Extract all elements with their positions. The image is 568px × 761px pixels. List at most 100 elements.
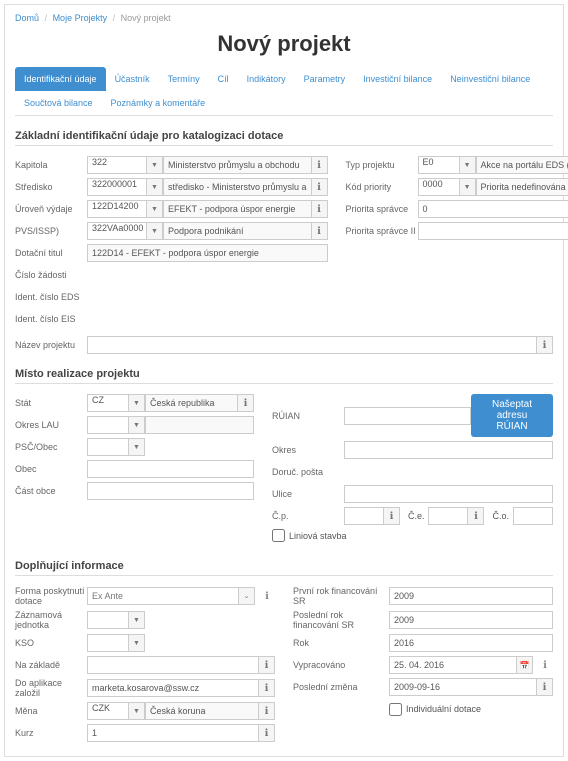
kso-dropdown[interactable]: ▼ xyxy=(129,634,145,652)
ulice-input[interactable] xyxy=(344,485,553,503)
ce-input[interactable] xyxy=(428,507,468,525)
info-icon[interactable]: ℹ xyxy=(259,588,275,604)
typ-code[interactable]: E0 xyxy=(418,156,460,174)
zaznamova-dropdown[interactable]: ▼ xyxy=(129,611,145,629)
stat-dropdown[interactable]: ▼ xyxy=(129,394,145,412)
typ-dropdown[interactable]: ▼ xyxy=(460,156,476,174)
kapitola-dropdown[interactable]: ▼ xyxy=(147,156,163,174)
individ-label: Individuální dotace xyxy=(406,704,481,714)
individ-checkbox[interactable] xyxy=(389,703,402,716)
label-vypracovano: Vypracováno xyxy=(293,660,389,670)
kod-dropdown[interactable]: ▼ xyxy=(460,178,476,196)
obec-input[interactable] xyxy=(87,460,254,478)
uroven-code[interactable]: 122D14200 xyxy=(87,200,147,218)
nazev-input[interactable] xyxy=(87,336,537,354)
label-rok: Rok xyxy=(293,638,389,648)
label-cast-obce: Část obce xyxy=(15,486,87,496)
cp-input[interactable] xyxy=(344,507,384,525)
rok-input[interactable] xyxy=(389,634,553,652)
info-icon[interactable]: ℹ xyxy=(259,724,275,742)
info-icon[interactable]: ℹ xyxy=(259,679,275,697)
okres-lau-dropdown[interactable]: ▼ xyxy=(129,416,145,434)
label-ident-eis: Ident. číslo EIS xyxy=(15,314,87,324)
p2-input[interactable] xyxy=(418,222,568,240)
tab-parametry[interactable]: Parametry xyxy=(295,67,355,91)
mena-dropdown[interactable]: ▼ xyxy=(129,702,145,720)
kapitola-code[interactable]: 322 xyxy=(87,156,147,174)
cast-obce-input[interactable] xyxy=(87,482,254,500)
tabs: Identifikační údaje Účastník Termíny Cíl… xyxy=(15,67,553,116)
label-cp: Č.p. xyxy=(272,511,344,521)
info-icon[interactable]: ℹ xyxy=(384,507,400,525)
psc-dropdown[interactable]: ▼ xyxy=(129,438,145,456)
stat-code[interactable]: CZ xyxy=(87,394,129,412)
crumb-home[interactable]: Domů xyxy=(15,13,39,23)
tab-inv-bilance[interactable]: Investiční bilance xyxy=(354,67,441,91)
label-cisloz: Číslo žádosti xyxy=(15,270,87,280)
tab-poznamky[interactable]: Poznámky a komentáře xyxy=(102,91,215,115)
label-prvni: První rok financování SR xyxy=(293,586,389,606)
pvs-code[interactable]: 322VAa0000 xyxy=(87,222,147,240)
info-icon[interactable]: ℹ xyxy=(312,200,328,218)
mena-code[interactable]: CZK xyxy=(87,702,129,720)
nazaklade-input[interactable] xyxy=(87,656,259,674)
tab-indikatory[interactable]: Indikátory xyxy=(238,67,295,91)
label-typ: Typ projektu xyxy=(346,160,418,170)
forma-select[interactable]: Ex Ante xyxy=(87,587,239,605)
calendar-icon[interactable]: 📅 xyxy=(517,656,533,674)
forma-dropdown[interactable]: ⌄ xyxy=(239,587,255,605)
okres-lau-code[interactable] xyxy=(87,416,129,434)
zaznamova-code[interactable] xyxy=(87,611,129,629)
tab-identifikacni[interactable]: Identifikační údaje xyxy=(15,67,106,91)
liniova-checkbox[interactable] xyxy=(272,529,285,542)
crumb-current: Nový projekt xyxy=(121,13,171,23)
label-obec: Obec xyxy=(15,464,87,474)
label-kapitola: Kapitola xyxy=(15,160,87,170)
info-icon[interactable]: ℹ xyxy=(259,702,275,720)
label-doruc: Doruč. pošta xyxy=(272,467,344,477)
info-icon[interactable]: ℹ xyxy=(259,656,275,674)
ruian-button[interactable]: Našeptat adresu RÚIAN xyxy=(471,394,553,437)
page-title: Nový projekt xyxy=(15,31,553,57)
tab-neinv-bilance[interactable]: Neinvestiční bilance xyxy=(441,67,539,91)
label-posledni: Poslední rok financování SR xyxy=(293,610,389,630)
kurz-input[interactable] xyxy=(87,724,259,742)
doaplikace-input[interactable] xyxy=(87,679,259,697)
label-stat: Stát xyxy=(15,398,87,408)
tab-cil[interactable]: Cíl xyxy=(209,67,238,91)
prvni-input[interactable] xyxy=(389,587,553,605)
tab-ucastnik[interactable]: Účastník xyxy=(106,67,159,91)
ruian-input[interactable] xyxy=(344,407,471,425)
kod-text: Priorita nedefinována xyxy=(476,178,568,196)
posledni-input[interactable] xyxy=(389,611,553,629)
stredisko-dropdown[interactable]: ▼ xyxy=(147,178,163,196)
psc-code[interactable] xyxy=(87,438,129,456)
okres-input[interactable] xyxy=(344,441,553,459)
uroven-dropdown[interactable]: ▼ xyxy=(147,200,163,218)
label-p1: Priorita správce xyxy=(346,204,418,214)
label-nazaklade: Na základě xyxy=(15,660,87,670)
info-icon[interactable]: ℹ xyxy=(312,222,328,240)
vypracovano-input[interactable] xyxy=(389,656,517,674)
label-nazev: Název projektu xyxy=(15,340,87,350)
crumb-projects[interactable]: Moje Projekty xyxy=(53,13,108,23)
info-icon[interactable]: ℹ xyxy=(312,178,328,196)
kod-code[interactable]: 0000 xyxy=(418,178,460,196)
p1-input[interactable] xyxy=(418,200,568,218)
info-icon[interactable]: ℹ xyxy=(312,156,328,174)
info-icon[interactable]: ℹ xyxy=(537,336,553,354)
info-icon[interactable]: ℹ xyxy=(238,394,254,412)
label-psc: PSČ/Obec xyxy=(15,442,87,452)
stredisko-code[interactable]: 322000001 xyxy=(87,178,147,196)
kso-code[interactable] xyxy=(87,634,129,652)
info-icon[interactable]: ℹ xyxy=(537,678,553,696)
label-zaznamova: Záznamová jednotka xyxy=(15,610,87,630)
tab-terminy[interactable]: Termíny xyxy=(159,67,209,91)
info-icon[interactable]: ℹ xyxy=(537,657,553,673)
co-input[interactable] xyxy=(513,507,553,525)
tab-souctova[interactable]: Součtová bilance xyxy=(15,91,102,115)
poslzmena-input[interactable] xyxy=(389,678,537,696)
section-title-misto: Místo realizace projektu xyxy=(15,368,553,384)
info-icon[interactable]: ℹ xyxy=(468,507,484,525)
pvs-dropdown[interactable]: ▼ xyxy=(147,222,163,240)
